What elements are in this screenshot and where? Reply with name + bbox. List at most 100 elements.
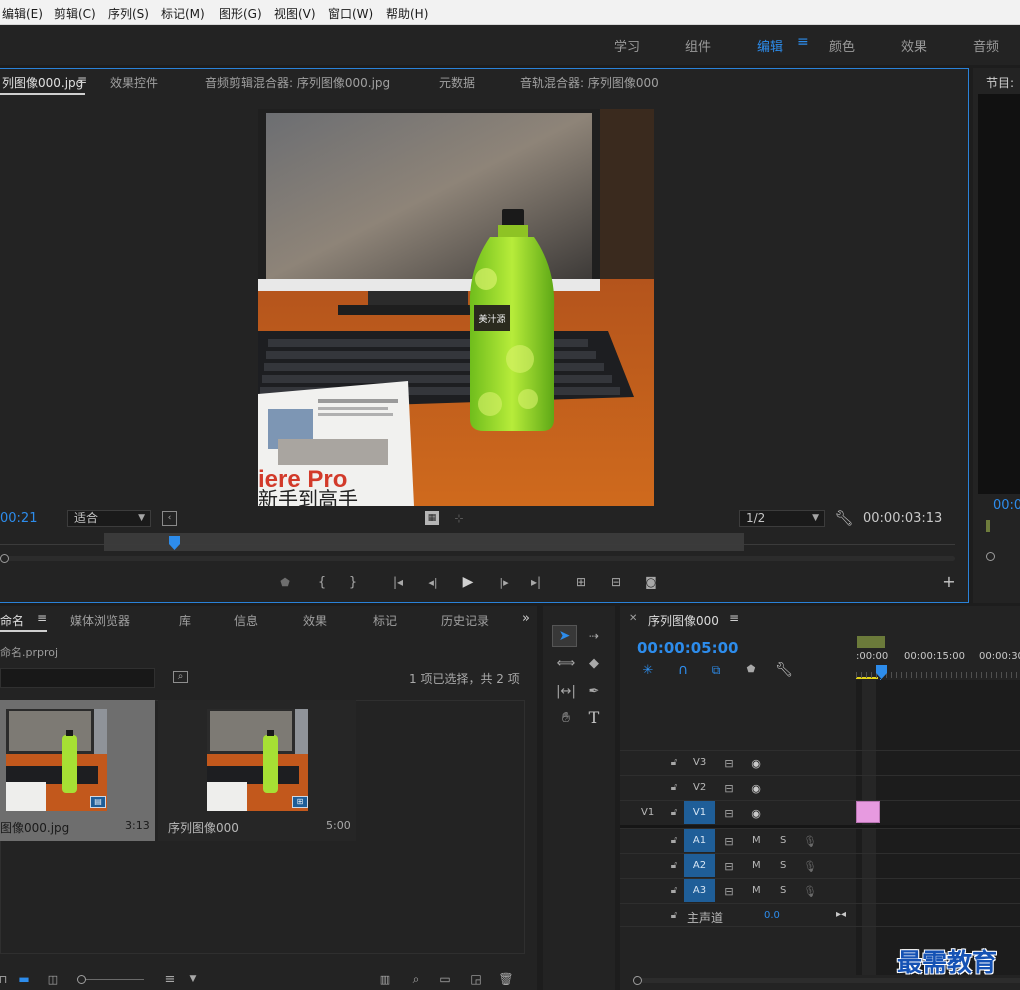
menu-view[interactable]: 视图(V) [274, 5, 316, 22]
razor-tool-icon[interactable]: ◆ [583, 652, 605, 674]
overwrite-icon[interactable]: ⊟ [606, 575, 626, 589]
pen-tool-icon[interactable]: ✒︎ [583, 680, 605, 702]
video-clip[interactable] [856, 801, 880, 823]
zoom-select[interactable]: 适合 ▼ [67, 510, 151, 527]
sort-icon[interactable]: ≡ [162, 973, 178, 986]
workspace-menu-icon[interactable]: ≡ [797, 34, 809, 50]
camera-icon[interactable]: ◙ [642, 575, 660, 589]
track-target-a3[interactable]: A3 [684, 879, 715, 902]
selection-tool-icon[interactable]: ➤ [552, 625, 577, 647]
go-to-in-icon[interactable]: |◂ [390, 575, 406, 589]
lock-icon[interactable]: ⊓ [0, 973, 7, 985]
wrench-icon[interactable]: 🔧︎ [834, 509, 853, 527]
insert-icon[interactable]: ⊞ [571, 575, 591, 589]
mark-in-icon[interactable]: { [316, 575, 328, 589]
sync-lock-icon[interactable]: ⊟ [722, 807, 736, 819]
drop-face-icon[interactable]: ‹ [162, 511, 177, 526]
solo-button[interactable]: S [780, 860, 786, 871]
timeline-playhead-head[interactable] [876, 665, 887, 679]
mark-out-icon[interactable]: } [347, 575, 359, 589]
lock-icon[interactable]: 🔓︎ [668, 860, 680, 872]
source-scrub-bar[interactable] [104, 533, 744, 551]
workspace-editing[interactable]: 编辑 [757, 36, 783, 55]
workspace-assembly[interactable]: 组件 [685, 36, 711, 55]
go-to-start-end-icon[interactable]: ▸◂ [834, 909, 848, 921]
scrollbar-handle[interactable] [0, 554, 9, 563]
sequence-tab[interactable]: 序列图像000 [648, 612, 719, 629]
search-bin-icon[interactable]: ⌕ [173, 671, 188, 683]
play-icon[interactable]: ▶ [460, 574, 476, 590]
tabs-overflow-icon[interactable]: » [522, 611, 530, 626]
timeline-scrollbar-handle[interactable] [633, 976, 642, 985]
master-volume-value[interactable]: 0.0 [764, 910, 780, 921]
track-select-tool-icon[interactable]: ⇢ [583, 625, 605, 647]
sync-lock-icon[interactable]: ⊟ [722, 860, 736, 872]
timeline-timecode[interactable]: 00:00:05:00 [637, 639, 739, 657]
automate-to-sequence-icon[interactable]: ▥ [377, 973, 393, 985]
step-back-icon[interactable]: ◂| [425, 575, 441, 589]
menu-window[interactable]: 窗口(W) [328, 5, 373, 22]
step-forward-icon[interactable]: |▸ [496, 575, 512, 589]
thumbnail-size-slider-handle[interactable] [77, 975, 86, 984]
source-timecode-in[interactable]: 00:21 [0, 511, 37, 526]
menu-edit[interactable]: 编辑(E) [2, 5, 43, 22]
menu-sequence[interactable]: 序列(S) [108, 5, 149, 22]
mute-button[interactable]: M [752, 885, 761, 896]
lock-icon[interactable]: 🔓︎ [668, 835, 680, 847]
lock-icon[interactable]: 🔓︎ [668, 757, 680, 769]
sync-lock-icon[interactable]: ⊟ [722, 835, 736, 847]
eye-icon[interactable]: ◉ [749, 807, 763, 819]
tab-project[interactable]: 命名 [0, 612, 24, 629]
program-scrollbar-handle[interactable] [986, 552, 995, 561]
lock-icon[interactable]: 🔓︎ [668, 885, 680, 897]
new-item-icon[interactable]: ◲ [469, 973, 483, 985]
microphone-icon[interactable]: 🎙︎ [803, 834, 817, 848]
track-target-v1[interactable]: V1 [684, 801, 715, 824]
tab-menu-icon[interactable]: ≡ [729, 611, 739, 625]
tab-menu-icon[interactable]: ≡ [77, 73, 87, 87]
icon-view-icon[interactable]: ◫ [44, 973, 62, 985]
program-tab[interactable]: 节目: [986, 74, 1014, 91]
thumbnail-size-slider-track[interactable] [86, 979, 144, 980]
tab-history[interactable]: 历史记录 [441, 612, 489, 629]
waveform-icon[interactable]: ⊹ [451, 512, 467, 524]
slip-tool-icon[interactable]: |↔| [555, 680, 577, 702]
trash-icon[interactable]: 🗑︎ [498, 973, 513, 985]
add-button-icon[interactable]: + [942, 574, 956, 590]
filmstrip-icon[interactable]: ▦ [425, 511, 439, 525]
track-target-a2[interactable]: A2 [684, 854, 715, 877]
go-to-out-icon[interactable]: ▸| [528, 575, 544, 589]
list-view-icon[interactable]: ▬ [17, 973, 31, 985]
workspace-color[interactable]: 颜色 [829, 36, 855, 55]
workspace-effects[interactable]: 效果 [901, 36, 927, 55]
microphone-icon[interactable]: 🎙︎ [803, 884, 817, 898]
timeline-settings-wrench-icon[interactable]: 🔧︎ [775, 663, 793, 677]
tab-info[interactable]: 信息 [234, 612, 258, 629]
sync-lock-icon[interactable]: ⊟ [722, 757, 736, 769]
tab-metadata[interactable]: 元数据 [439, 74, 475, 91]
lock-icon[interactable]: 🔓︎ [668, 782, 680, 794]
tab-effect-controls[interactable]: 效果控件 [110, 74, 158, 91]
solo-button[interactable]: S [780, 885, 786, 896]
hand-tool-icon[interactable]: ✋︎ [555, 707, 577, 729]
tab-media-browser[interactable]: 媒体浏览器 [70, 612, 130, 629]
snap-magnet-icon[interactable]: ∩ [675, 663, 691, 677]
marker-icon[interactable]: ⬟ [279, 575, 291, 589]
program-timecode[interactable]: 00:0 [993, 498, 1020, 513]
source-track-label[interactable]: V1 [641, 807, 654, 818]
add-marker-icon[interactable]: ⬟ [745, 663, 757, 677]
linked-selection-icon[interactable]: ⧉ [708, 663, 724, 677]
microphone-icon[interactable]: 🎙︎ [803, 859, 817, 873]
menu-marker[interactable]: 标记(M) [161, 5, 205, 22]
eye-icon[interactable]: ◉ [749, 782, 763, 794]
sync-lock-icon[interactable]: ⊟ [722, 782, 736, 794]
workspace-audio[interactable]: 音频 [973, 36, 999, 55]
menu-graphics[interactable]: 图形(G) [219, 5, 262, 22]
tab-source[interactable]: 列图像000.jpg [2, 74, 83, 91]
new-bin-icon[interactable]: ▭ [437, 973, 453, 985]
tab-audio-track-mixer[interactable]: 音轨混合器: 序列图像000 [520, 74, 659, 91]
lock-icon[interactable]: 🔓︎ [668, 807, 680, 819]
tab-effects[interactable]: 效果 [303, 612, 327, 629]
track-target-a1[interactable]: A1 [684, 829, 715, 852]
eye-icon[interactable]: ◉ [749, 757, 763, 769]
